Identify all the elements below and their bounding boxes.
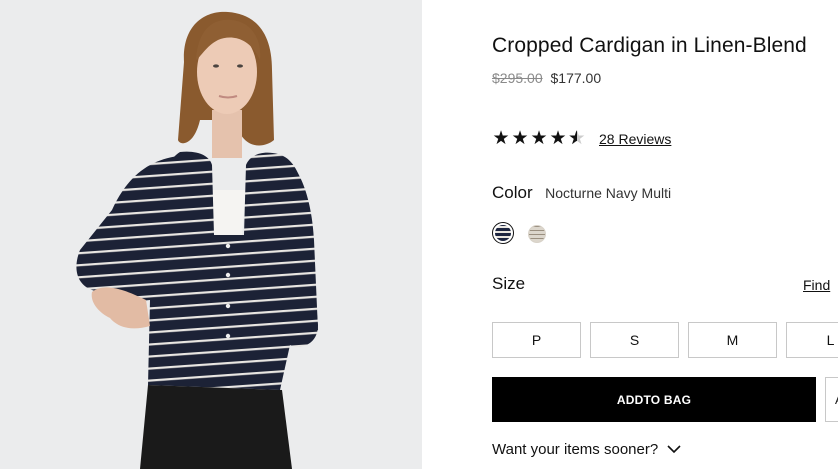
find-size-link[interactable]: Find bbox=[803, 277, 830, 293]
rating-row: ★ ★ ★ ★ ★ ★ 28 Reviews bbox=[492, 129, 671, 149]
color-selected-value: Nocturne Navy Multi bbox=[545, 185, 672, 201]
half-star-icon: ★ ★ bbox=[568, 128, 586, 149]
star-icon: ★ bbox=[530, 128, 548, 149]
size-button-m[interactable]: M bbox=[688, 322, 777, 358]
product-photo bbox=[0, 0, 422, 469]
size-options: P S M L bbox=[492, 322, 838, 358]
delivery-options-toggle[interactable]: Want your items sooner? bbox=[492, 441, 681, 458]
size-button-l[interactable]: L bbox=[786, 322, 838, 358]
star-icon: ★ bbox=[549, 128, 567, 149]
chevron-down-icon bbox=[667, 445, 681, 454]
product-title: Cropped Cardigan in Linen-Blend bbox=[492, 34, 807, 57]
price-block: $295.00 $177.00 bbox=[492, 70, 601, 86]
sale-price: $177.00 bbox=[550, 70, 602, 86]
add-to-bag-button[interactable]: ADDTO BAG bbox=[492, 377, 816, 422]
reviews-link[interactable]: 28 Reviews bbox=[599, 131, 671, 147]
original-price: $295.00 bbox=[492, 70, 543, 86]
size-label: Size bbox=[492, 274, 526, 293]
star-rating: ★ ★ ★ ★ ★ ★ bbox=[492, 129, 586, 149]
color-row: Color Nocturne Navy Multi bbox=[492, 183, 671, 203]
color-label: Color bbox=[492, 183, 533, 202]
swatch-cream[interactable] bbox=[528, 225, 546, 243]
size-button-s[interactable]: S bbox=[590, 322, 679, 358]
size-button-p[interactable]: P bbox=[492, 322, 581, 358]
side-action-button[interactable]: A bbox=[825, 377, 838, 422]
color-swatches bbox=[492, 222, 546, 244]
delivery-options-label: Want your items sooner? bbox=[492, 441, 659, 458]
size-row: Size Find bbox=[492, 274, 838, 294]
star-icon: ★ bbox=[492, 128, 510, 149]
star-icon: ★ bbox=[511, 128, 529, 149]
swatch-navy[interactable] bbox=[492, 222, 514, 244]
